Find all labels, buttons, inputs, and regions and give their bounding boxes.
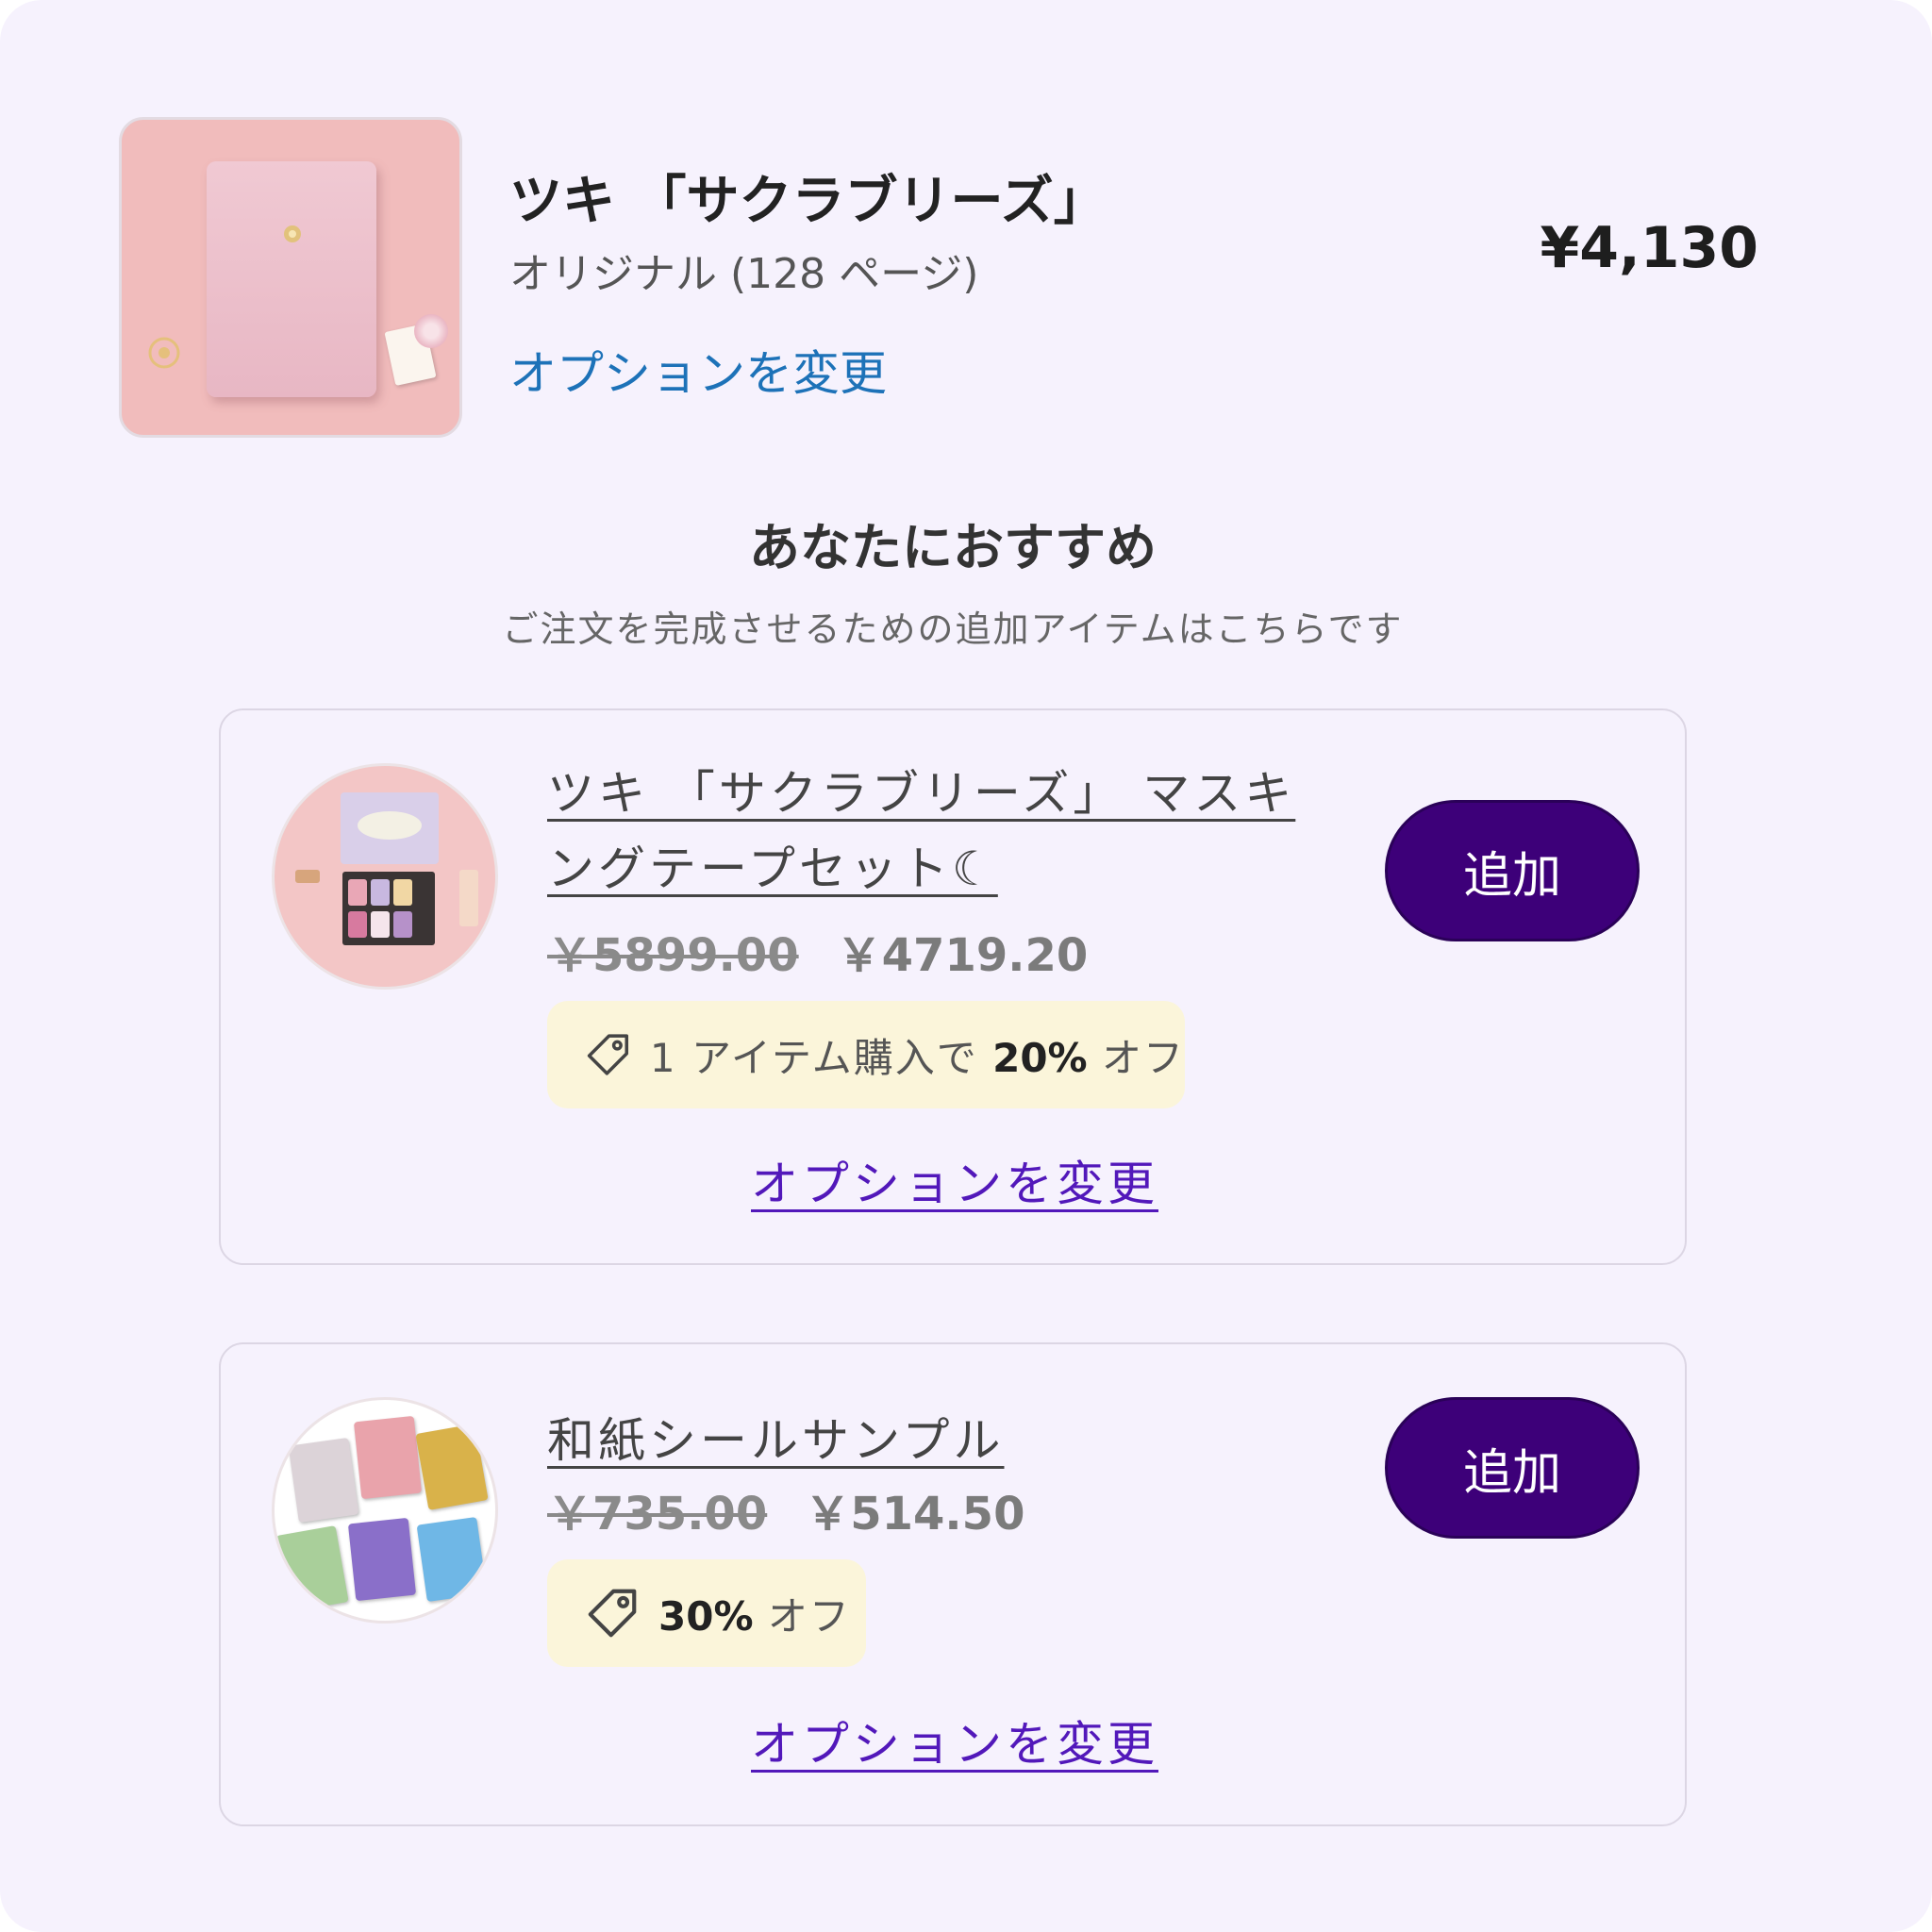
product-title-link[interactable]: ツキ 「サクラブリーズ」 マスキングテープセット☾ [547, 756, 1321, 907]
price-tag-icon [588, 1589, 637, 1638]
add-button[interactable]: 追加 [1385, 800, 1640, 941]
decoration [459, 870, 478, 926]
tape-roll [371, 879, 390, 906]
box-tray [342, 872, 435, 945]
price-tag-icon [587, 1034, 629, 1075]
notebook-image [119, 117, 462, 438]
cart-item-variant: オリジナル (128 ページ) [509, 250, 979, 298]
change-option-link[interactable]: オプションを変更 [221, 1707, 1689, 1774]
discount-text: 1 アイテム購入で 20% オフ [649, 1034, 1185, 1081]
stamp-icon [148, 337, 180, 369]
recommendation-card: 和紙シールサンプル ￥735.00 ￥514.50 30% オフ オプションを変更… [219, 1342, 1687, 1826]
discount-badge: 1 アイテム購入で 20% オフ [547, 1001, 1185, 1108]
cart-item-title: ツキ 「サクラブリーズ」 [509, 171, 1107, 232]
change-option-link[interactable]: オプションを変更 [221, 1146, 1689, 1214]
cart-item-change-option-link[interactable]: オプションを変更 [509, 336, 887, 404]
recommendations-subheading: ご注文を完成させるための追加アイテムはこちらです [502, 608, 1404, 650]
washi-sticker-sample-image[interactable] [272, 1397, 498, 1624]
flower-decoration [414, 314, 448, 348]
sale-price: ￥4719.20 [836, 929, 1089, 982]
notebook-cover [207, 161, 376, 397]
masking-tape-set-image[interactable] [272, 763, 498, 990]
box-lid [341, 792, 439, 864]
original-price: ￥5899.00 [547, 929, 799, 982]
sticker-pack [275, 1525, 349, 1612]
cart-item-price: ¥4,130 [1540, 215, 1758, 281]
tape-roll [393, 879, 412, 906]
product-title-link[interactable]: 和紙シールサンプル [547, 1403, 1321, 1478]
tape-roll [348, 879, 367, 906]
sticker-pack [288, 1437, 359, 1524]
flower-emblem-icon [284, 225, 301, 242]
price-row: ￥735.00 ￥514.50 [547, 1476, 1024, 1542]
add-button[interactable]: 追加 [1385, 1397, 1640, 1539]
sticker-pack [416, 1516, 488, 1603]
cart-panel: ツキ 「サクラブリーズ」 オリジナル (128 ページ) オプションを変更 ¥4… [0, 0, 1932, 1932]
recommendation-card: ツキ 「サクラブリーズ」 マスキングテープセット☾ ￥5899.00 ￥4719.… [219, 708, 1687, 1265]
sticker-pack [347, 1517, 417, 1602]
tape-roll [348, 911, 367, 938]
recommendations-heading: あなたにおすすめ [749, 518, 1157, 577]
sticker-pack [353, 1415, 423, 1500]
sticker-pack [415, 1424, 489, 1510]
tape-roll [393, 911, 412, 938]
discount-badge: 30% オフ [547, 1559, 866, 1667]
discount-text: 30% オフ [658, 1592, 851, 1640]
original-price: ￥735.00 [547, 1488, 768, 1541]
sale-price: ￥514.50 [805, 1488, 1025, 1541]
price-row: ￥5899.00 ￥4719.20 [547, 918, 1088, 984]
decoration [295, 870, 320, 883]
tape-roll [371, 911, 390, 938]
